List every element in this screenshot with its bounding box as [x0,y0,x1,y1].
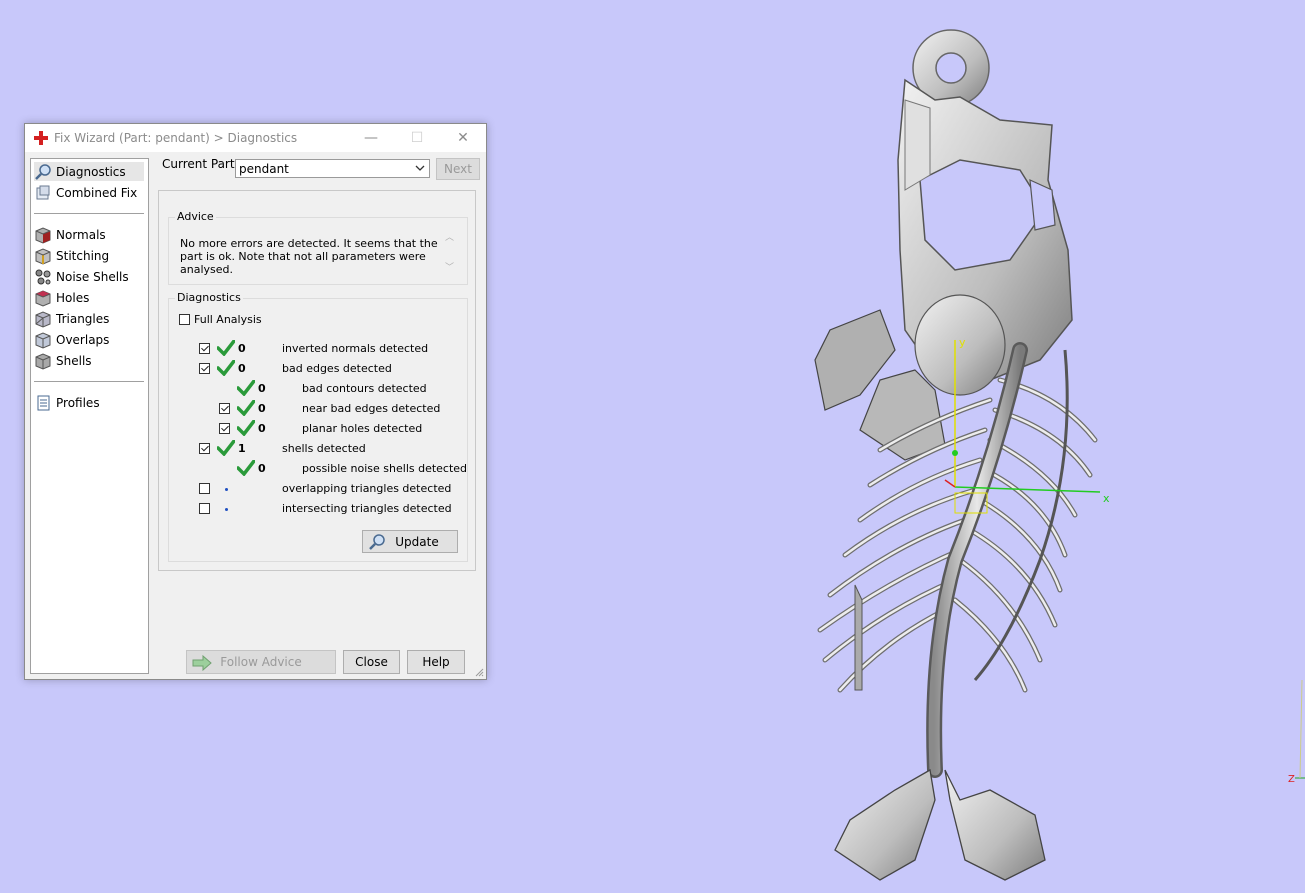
holes-cube-icon [35,289,51,307]
title-bar[interactable]: Fix Wizard (Part: pendant) > Diagnostics… [25,124,486,152]
sidebar-item-diagnostics[interactable]: Diagnostics [34,162,144,181]
sidebar-item-overlaps[interactable]: Overlaps [34,330,144,349]
overlaps-cube-icon [35,331,51,349]
intersecting-triangles-label: intersecting triangles detected [282,502,452,515]
magnifier-icon [35,163,51,180]
sidebar-item-holes[interactable]: Holes [34,288,144,307]
help-button[interactable]: Help [407,650,465,674]
update-button[interactable]: Update [362,530,458,553]
shells-label: shells detected [282,442,366,455]
noise-shells-icon [35,269,51,284]
bad-edges-count: 0 [238,362,246,375]
sidebar-item-normals[interactable]: Normals [34,225,144,244]
noise-shells-label: possible noise shells detected [302,462,468,475]
sidebar-item-noise-shells[interactable]: Noise Shells [34,267,144,286]
triangles-cube-icon [35,310,51,328]
sidebar-item-label: Shells [56,353,92,368]
maximize-button[interactable]: ☐ [394,124,440,152]
near-bad-edges-checkbox[interactable] [219,403,230,414]
green-check-icon [217,340,235,356]
axis-x-label: x [1103,492,1110,505]
current-part-value: pendant [239,162,289,176]
advice-group: Advice No more errors are detected. It s… [168,210,468,285]
combined-fix-icon [36,185,50,199]
diagnostics-group: Diagnostics Full Analysis 0 inverted nor… [168,291,468,562]
planar-holes-checkbox[interactable] [219,423,230,434]
inverted-normals-label: inverted normals detected [282,342,429,355]
bad-contours-label: bad contours detected [302,382,427,395]
bad-edges-checkbox[interactable] [199,363,210,374]
minimize-button[interactable]: — [348,124,394,152]
sidebar-item-stitching[interactable]: Stitching [34,246,144,265]
sidebar-item-label: Holes [56,290,90,305]
stitching-cube-icon [35,247,51,265]
follow-advice-button[interactable]: Follow Advice [186,650,336,674]
planar-holes-label: planar holes detected [302,422,423,435]
sidebar-item-combined-fix[interactable]: Combined Fix [34,183,144,202]
red-cross-icon [34,131,48,145]
pending-dot-icon [225,508,228,511]
near-bad-edges-count: 0 [258,402,266,415]
planar-holes-count: 0 [258,422,266,435]
sidebar-item-label: Overlaps [56,332,110,347]
sidebar-item-label: Combined Fix [56,185,138,200]
current-part-select[interactable]: pendant [235,159,430,178]
wizard-sidebar: Diagnostics Combined Fix Normals Stitchi… [30,158,149,674]
sidebar-item-label: Normals [56,227,106,242]
close-button[interactable]: Close [343,650,400,674]
pending-dot-icon [225,488,228,491]
follow-advice-label: Follow Advice [220,655,302,669]
scroll-down-icon[interactable]: ﹀ [445,260,454,273]
chevron-down-icon [415,165,425,171]
sidebar-item-label: Triangles [56,311,110,326]
diagnostics-title: Diagnostics [175,291,243,304]
sidebar-item-triangles[interactable]: Triangles [34,309,144,328]
full-analysis-checkbox[interactable] [179,314,190,325]
current-part-label: Current Part: [162,157,239,171]
normals-cube-icon [35,226,51,244]
sidebar-divider [34,213,144,214]
bad-contours-count: 0 [258,382,266,395]
update-label: Update [395,534,439,549]
overlapping-triangles-label: overlapping triangles detected [282,482,452,495]
resize-grip-icon[interactable] [475,668,484,677]
axis-z-label: Z [1288,774,1295,785]
diagnostics-panel: Advice No more errors are detected. It s… [158,190,476,571]
advice-title: Advice [175,210,216,223]
next-button[interactable]: Next [436,158,480,180]
inverted-normals-count: 0 [238,342,246,355]
near-bad-edges-label: near bad edges detected [302,402,441,415]
sidebar-item-shells[interactable]: Shells [34,351,144,370]
green-check-icon [237,420,255,436]
shells-count: 1 [238,442,246,455]
shells-checkbox[interactable] [199,443,210,454]
sidebar-divider [34,381,144,382]
green-check-icon [217,360,235,376]
noise-shells-count: 0 [258,462,266,475]
green-check-icon [237,400,255,416]
window-title: Fix Wizard (Part: pendant) > Diagnostics [54,131,298,145]
green-arrow-icon [192,655,212,671]
sidebar-item-profiles[interactable]: Profiles [34,393,144,412]
bad-edges-label: bad edges detected [282,362,392,375]
full-analysis-label: Full Analysis [194,313,262,326]
sidebar-item-label: Stitching [56,248,110,263]
sidebar-item-label: Profiles [56,395,100,410]
sidebar-item-label: Noise Shells [56,269,129,284]
sidebar-item-label: Diagnostics [56,164,126,179]
fix-wizard-dialog: Fix Wizard (Part: pendant) > Diagnostics… [24,123,487,680]
advice-text: No more errors are detected. It seems th… [180,237,438,276]
overlapping-triangles-checkbox[interactable] [199,483,210,494]
green-check-icon [217,440,235,456]
intersecting-triangles-checkbox[interactable] [199,503,210,514]
inverted-normals-checkbox[interactable] [199,343,210,354]
magnifier-icon [369,534,385,550]
profiles-document-icon [37,395,50,410]
green-check-icon [237,380,255,396]
green-check-icon [237,460,255,476]
axis-y-label: y [959,336,966,349]
shells-cube-icon [35,352,51,370]
scroll-up-icon[interactable]: ︿ [445,230,454,243]
close-window-button[interactable]: ✕ [440,124,486,152]
